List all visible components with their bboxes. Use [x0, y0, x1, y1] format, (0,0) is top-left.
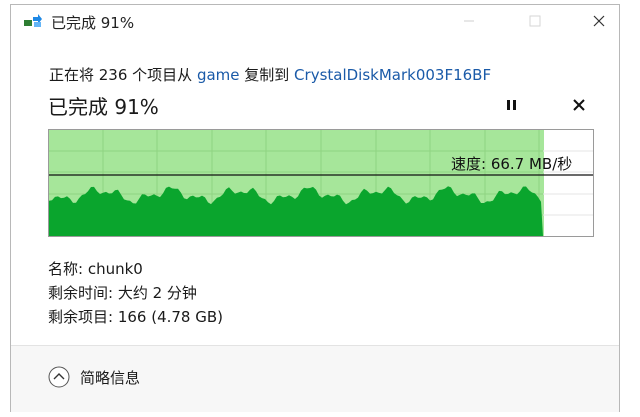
- source-folder-link[interactable]: game: [197, 66, 240, 84]
- copy-prefix: 正在将 236 个项目从: [49, 66, 197, 84]
- minimize-icon: [464, 20, 474, 22]
- item-name: 名称: chunk0: [48, 260, 143, 278]
- details-panel: 名称: chunk0 剩余时间: 大约 2 分钟 剩余项目: 166 (4.78…: [48, 257, 223, 329]
- copy-progress-dialog: 已完成 91% 正在将 236 个项目从 game 复制到 CrystalDis…: [10, 4, 620, 412]
- maximize-icon: [529, 15, 541, 27]
- footer: 简略信息: [11, 346, 619, 412]
- destination-folder-link[interactable]: CrystalDiskMark003F16BF: [294, 66, 491, 84]
- close-icon: [573, 99, 585, 111]
- window-title: 已完成 91%: [51, 14, 135, 32]
- items-remaining: 剩余项目: 166 (4.78 GB): [48, 308, 224, 326]
- fewer-details-label: 简略信息: [80, 368, 141, 387]
- close-window-button[interactable]: [581, 9, 617, 33]
- copy-middle: 复制到: [239, 66, 295, 84]
- cancel-copy-button[interactable]: [571, 97, 587, 113]
- speed-label: 速度: 66.7 MB/秒: [451, 155, 573, 173]
- fewer-details-button[interactable]: 简略信息: [48, 366, 140, 388]
- speed-graph: [48, 129, 594, 237]
- minimize-button[interactable]: [451, 9, 487, 33]
- progress-heading: 已完成 91%: [48, 95, 159, 119]
- close-icon: [593, 15, 605, 27]
- file-copy-icon: [24, 14, 42, 27]
- pause-icon: [507, 100, 516, 110]
- copy-description: 正在将 236 个项目从 game 复制到 CrystalDiskMark003…: [49, 64, 491, 85]
- chevron-up-icon: [48, 366, 70, 388]
- time-remaining: 剩余时间: 大约 2 分钟: [48, 284, 197, 302]
- maximize-button[interactable]: [517, 9, 553, 33]
- pause-button[interactable]: [504, 96, 520, 114]
- title-bar: 已完成 91%: [11, 5, 619, 37]
